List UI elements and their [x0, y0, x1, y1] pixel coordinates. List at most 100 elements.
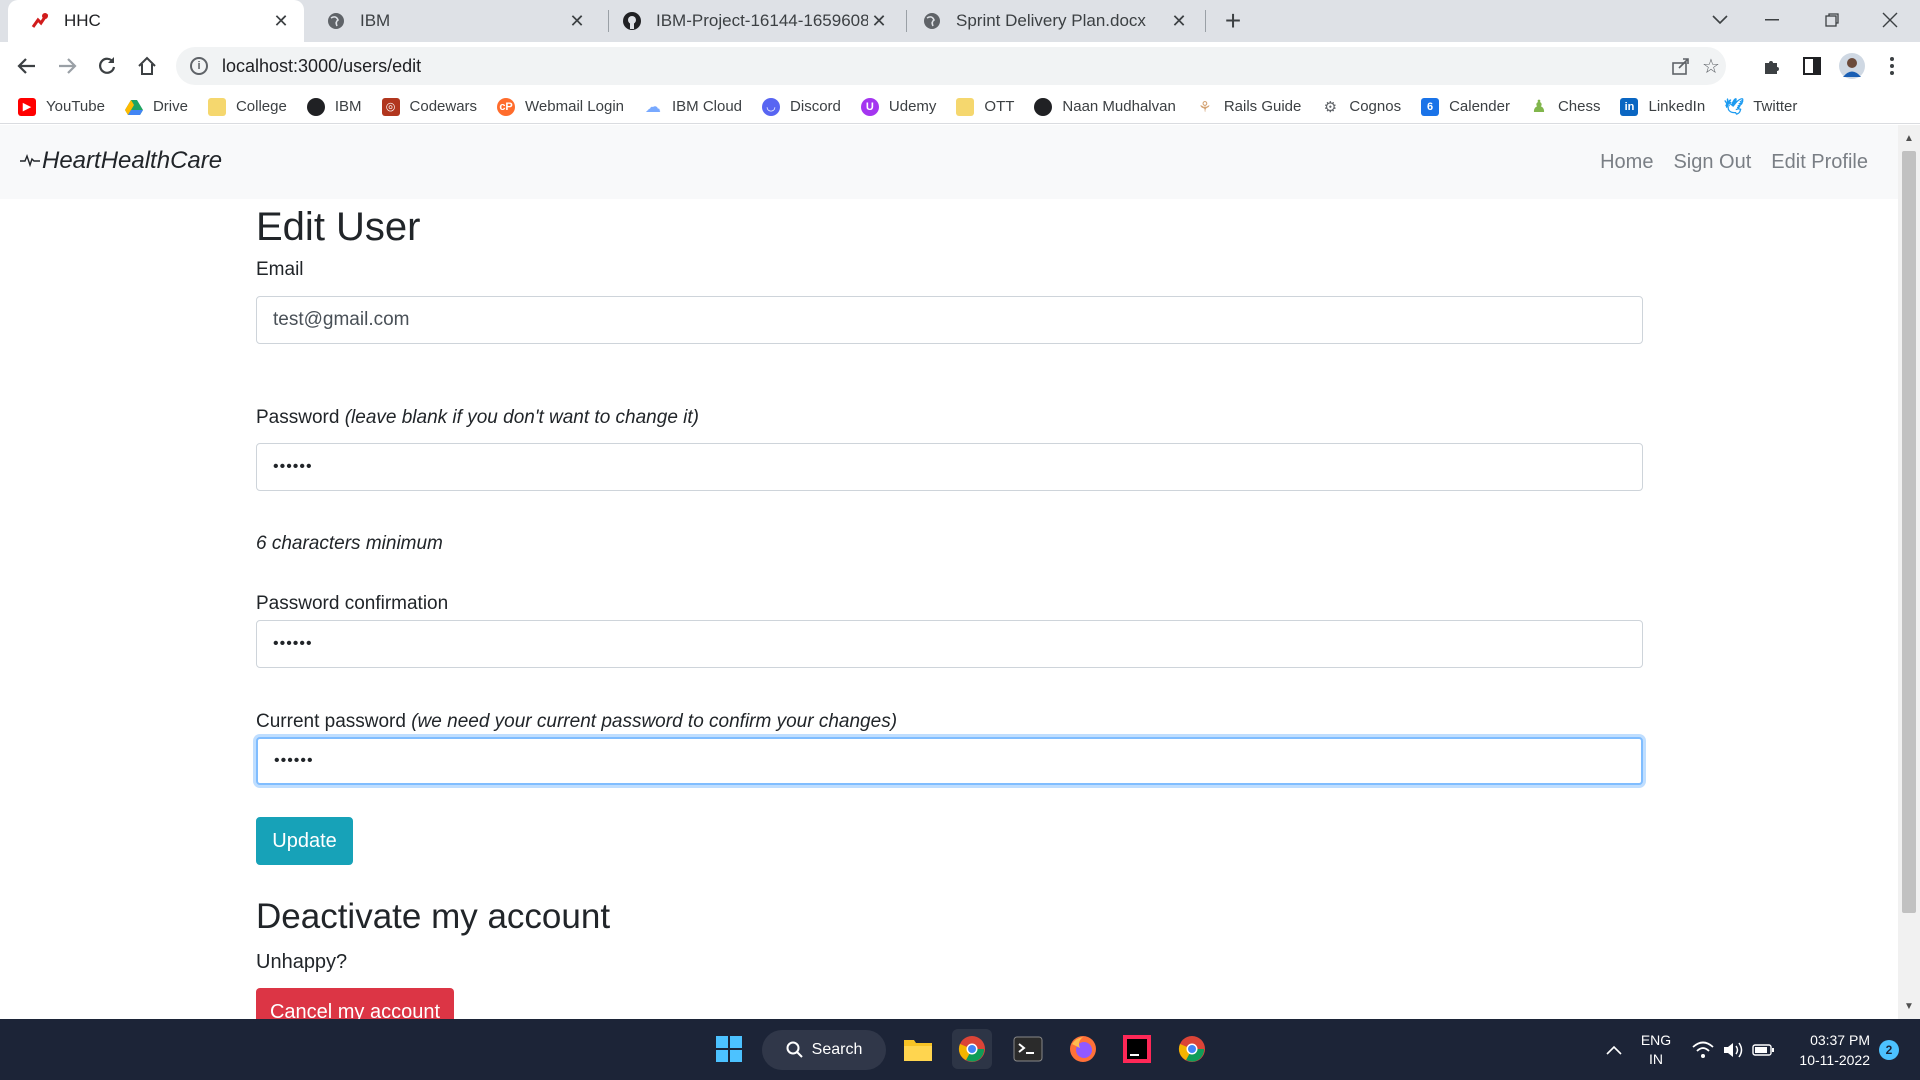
chrome-icon[interactable]: [1172, 1029, 1212, 1069]
language-indicator[interactable]: ENG IN: [1636, 1019, 1676, 1080]
github-icon: [622, 11, 642, 31]
chrome-profile-icon[interactable]: [952, 1029, 992, 1069]
bookmark-youtube[interactable]: ▶ YouTube: [18, 97, 105, 116]
nav-edit-profile-link[interactable]: Edit Profile: [1771, 151, 1868, 174]
notification-center[interactable]: 2: [1874, 1019, 1904, 1080]
bookmark-label: Calender: [1449, 98, 1510, 115]
side-panel-icon[interactable]: [1796, 50, 1828, 82]
file-explorer-icon[interactable]: [898, 1029, 938, 1069]
firefox-icon[interactable]: [1063, 1029, 1103, 1069]
new-tab-button[interactable]: +: [1216, 5, 1250, 36]
close-icon[interactable]: ✕: [270, 10, 292, 32]
bookmark-naan-mudhalvan[interactable]: Naan Mudhalvan: [1034, 97, 1176, 116]
url-text: localhost:3000/users/edit: [222, 55, 422, 76]
scroll-thumb[interactable]: [1902, 151, 1916, 913]
bookmark-star-icon[interactable]: ☆: [1696, 47, 1726, 85]
windows-taskbar: Search ENG IN 03:37 PM 10-11-2022 2: [0, 1019, 1920, 1080]
system-clock[interactable]: 03:37 PM 10-11-2022: [1790, 1019, 1870, 1080]
bookmark-webmail[interactable]: cP Webmail Login: [497, 97, 624, 116]
forward-button[interactable]: [51, 50, 83, 82]
terminal-icon[interactable]: [1008, 1029, 1048, 1069]
bookmark-ibm-cloud[interactable]: ☁ IBM Cloud: [644, 98, 742, 116]
bookmark-rails-guide[interactable]: ⚘ Rails Guide: [1196, 98, 1301, 116]
rubymine-icon[interactable]: [1117, 1029, 1157, 1069]
reload-button[interactable]: [91, 50, 123, 82]
show-hidden-icons-chevron-icon[interactable]: [1596, 1019, 1632, 1080]
youtube-icon: ▶: [18, 97, 36, 116]
bookmark-codewars[interactable]: ◎ Codewars: [381, 97, 477, 116]
email-label: Email: [256, 259, 304, 280]
tab-ibm[interactable]: IBM ✕: [304, 0, 600, 42]
bookmark-label: Discord: [790, 98, 841, 115]
minimize-button[interactable]: [1742, 0, 1802, 40]
bookmark-label: Webmail Login: [525, 98, 624, 115]
cognos-icon: ⚙: [1323, 98, 1338, 116]
discord-icon: ◡: [762, 97, 781, 116]
current-password-value: ••••••: [274, 752, 314, 769]
bookmark-chess[interactable]: ♟ Chess: [1530, 97, 1601, 116]
password-confirmation-field[interactable]: ••••••: [256, 620, 1643, 668]
tab-github[interactable]: IBM-Project-16144-1659608275/ ✕: [600, 0, 902, 42]
page-title: Edit User: [256, 205, 421, 249]
bookmark-ibm[interactable]: IBM: [306, 97, 362, 116]
bookmark-discord[interactable]: ◡ Discord: [762, 97, 841, 116]
email-field[interactable]: test@gmail.com: [256, 296, 1643, 344]
wifi-icon[interactable]: [1688, 1019, 1718, 1080]
bookmark-label: OTT: [984, 98, 1015, 115]
browser-menu-icon[interactable]: [1876, 50, 1908, 82]
close-icon[interactable]: ✕: [1168, 10, 1190, 32]
home-button[interactable]: [131, 50, 163, 82]
bookmark-label: LinkedIn: [1648, 98, 1706, 115]
nav-home-link[interactable]: Home: [1600, 151, 1653, 174]
nav-sign-out-link[interactable]: Sign Out: [1673, 151, 1751, 174]
update-button[interactable]: Update: [256, 817, 353, 865]
language-code: ENG: [1640, 1031, 1672, 1048]
linkedin-icon: in: [1620, 97, 1639, 116]
twitter-icon: 🕊: [1724, 98, 1745, 116]
close-icon[interactable]: ✕: [868, 10, 890, 32]
page-scrollbar[interactable]: ▲ ▼: [1898, 125, 1920, 1019]
tab-sprint-plan[interactable]: Sprint Delivery Plan.docx ✕: [900, 0, 1202, 42]
bookmark-label: IBM: [334, 98, 362, 115]
bookmark-linkedin[interactable]: in LinkedIn: [1620, 97, 1706, 116]
profile-avatar[interactable]: [1836, 50, 1868, 82]
address-bar[interactable]: i localhost:3000/users/edit ☆: [176, 47, 1726, 85]
bookmark-label: Naan Mudhalvan: [1062, 98, 1176, 115]
taskbar-search-button[interactable]: Search: [762, 1030, 886, 1070]
bookmark-twitter[interactable]: 🕊 Twitter: [1724, 98, 1797, 116]
region-code: IN: [1649, 1050, 1663, 1067]
clock-time: 03:37 PM: [1810, 1031, 1870, 1048]
back-button[interactable]: [11, 50, 43, 82]
search-icon: [786, 1041, 803, 1058]
cancel-account-button[interactable]: Cancel my account: [256, 988, 454, 1019]
current-password-label-text: Current password: [256, 711, 406, 732]
restore-button[interactable]: [1802, 0, 1862, 40]
clock-date: 10-11-2022: [1799, 1051, 1870, 1068]
bookmark-drive[interactable]: Drive: [124, 98, 188, 116]
password-hint: 6 characters minimum: [256, 533, 443, 554]
current-password-field[interactable]: ••••••: [256, 737, 1643, 785]
globe-icon: [326, 11, 346, 31]
close-icon[interactable]: ✕: [566, 10, 588, 32]
brand-link[interactable]: HeartHealthCare: [20, 147, 222, 175]
site-info-icon[interactable]: i: [190, 57, 208, 75]
bookmark-ott[interactable]: OTT: [956, 97, 1015, 116]
share-icon[interactable]: [1666, 47, 1696, 85]
scroll-up-arrow-icon[interactable]: ▲: [1898, 129, 1920, 147]
battery-icon[interactable]: [1748, 1019, 1778, 1080]
close-window-button[interactable]: [1860, 0, 1920, 40]
tab-search-chevron-icon[interactable]: [1690, 0, 1750, 40]
volume-icon[interactable]: [1718, 1019, 1748, 1080]
windows-start-icon[interactable]: [709, 1029, 749, 1069]
bookmark-udemy[interactable]: U Udemy: [860, 97, 936, 116]
bookmark-label: Chess: [1557, 98, 1601, 115]
browser-toolbar: i localhost:3000/users/edit ☆: [0, 42, 1920, 90]
tab-hhc[interactable]: HHC ✕: [8, 0, 304, 42]
extensions-puzzle-icon[interactable]: [1756, 50, 1788, 82]
password-field[interactable]: ••••••: [256, 443, 1643, 491]
bookmark-calender[interactable]: 6 Calender: [1421, 97, 1510, 116]
heartbeat-icon: [20, 147, 40, 175]
bookmark-cognos[interactable]: ⚙ Cognos: [1321, 98, 1401, 116]
scroll-down-arrow-icon[interactable]: ▼: [1898, 997, 1920, 1015]
bookmark-college[interactable]: College: [207, 97, 287, 116]
